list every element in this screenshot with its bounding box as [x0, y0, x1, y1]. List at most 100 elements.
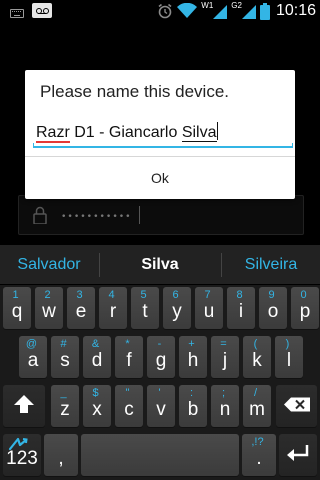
suggestion-bar: Salvador Silva Silveira — [0, 245, 320, 285]
text-caret — [216, 122, 218, 140]
key-label: e — [75, 301, 87, 322]
key-g[interactable]: -g — [147, 336, 175, 378]
key-secondary-label: ) — [285, 338, 290, 350]
key-s[interactable]: # s — [51, 336, 79, 378]
key-k[interactable]: (k — [243, 336, 271, 378]
key-secondary-label: ' — [158, 387, 161, 399]
shift-icon — [13, 394, 35, 418]
suggestion-2[interactable]: Silva — [100, 245, 220, 285]
key-a[interactable]: @ a — [19, 336, 47, 378]
key-secondary-label: $ — [92, 387, 99, 399]
key-label: v — [156, 399, 166, 420]
key-z[interactable]: _ z — [51, 385, 79, 427]
key-secondary-label: 0 — [300, 289, 307, 301]
key-x[interactable]: $ x — [83, 385, 111, 427]
key-label: . — [256, 448, 262, 469]
shift-key[interactable] — [3, 385, 45, 427]
key-j[interactable]: = j — [211, 336, 239, 378]
dialog-title: Please name this device. — [40, 82, 229, 101]
key-label: y — [172, 301, 182, 322]
key-secondary-label: + — [188, 338, 195, 350]
suggestion-3[interactable]: Silveira — [222, 245, 320, 285]
key-label: k — [252, 350, 262, 371]
key-secondary-label: / — [253, 387, 258, 399]
key-secondary-label: @ — [25, 338, 38, 350]
key-label: l — [286, 350, 292, 371]
key-label: f — [126, 350, 132, 371]
key-label: u — [203, 301, 215, 322]
key-label: c — [124, 399, 134, 420]
key-m[interactable]: / m — [243, 385, 271, 427]
key-label: , — [58, 448, 64, 469]
device-name-middle: D1 - Giancarlo — [69, 124, 182, 141]
status-bar: W1 G2 10:16 — [0, 0, 320, 25]
key-d[interactable]: & d — [83, 336, 111, 378]
key-label: p — [299, 301, 311, 322]
key-f[interactable]: * f — [115, 336, 143, 378]
key-r[interactable]: 4r — [99, 287, 127, 329]
key-o[interactable]: 9o — [259, 287, 287, 329]
comma-key[interactable]: , — [44, 434, 78, 476]
swype-icon — [8, 436, 28, 455]
key-b[interactable]: :b — [179, 385, 207, 427]
key-secondary-label: ,!? — [251, 436, 264, 448]
key-label: i — [238, 301, 244, 322]
key-secondary-label: & — [91, 338, 100, 350]
key-secondary-label: " — [125, 387, 130, 399]
enter-key[interactable] — [279, 434, 317, 476]
alarm-icon — [158, 3, 172, 19]
period-key[interactable]: ,!?. — [242, 434, 276, 476]
key-c[interactable]: " c — [115, 385, 143, 427]
key-t[interactable]: 5t — [131, 287, 159, 329]
key-w[interactable]: 2w — [35, 287, 63, 329]
key-secondary-label: 6 — [172, 289, 179, 301]
space-key[interactable] — [81, 434, 239, 476]
key-label: a — [27, 350, 39, 371]
key-label: h — [187, 350, 199, 371]
key-i[interactable]: 8i — [227, 287, 255, 329]
key-v[interactable]: ' v — [147, 385, 175, 427]
key-label: g — [155, 350, 167, 371]
key-label: w — [42, 301, 56, 322]
key-e[interactable]: 3e — [67, 287, 95, 329]
name-device-dialog: Please name this device. Razr D1 - Gianc… — [25, 70, 295, 199]
key-label: s — [60, 350, 70, 371]
key-secondary-label: # — [60, 338, 67, 350]
lock-icon — [33, 206, 47, 224]
key-q[interactable]: 1q — [3, 287, 31, 329]
key-secondary-label: 5 — [140, 289, 147, 301]
backspace-key[interactable] — [276, 385, 317, 427]
device-name-value[interactable]: Razr D1 - Giancarlo Silva — [36, 122, 218, 143]
key-label: n — [219, 399, 231, 420]
key-secondary-label: 8 — [236, 289, 243, 301]
key-label: q — [11, 301, 23, 322]
key-u[interactable]: 7u — [195, 287, 223, 329]
battery-icon — [259, 2, 270, 20]
device-name-input[interactable]: Razr D1 - Giancarlo Silva — [33, 118, 293, 148]
ok-button[interactable]: Ok — [25, 157, 295, 199]
wifi-icon — [177, 3, 198, 18]
key-secondary-label: = — [220, 338, 227, 350]
key-n[interactable]: ; n — [211, 385, 239, 427]
key-y[interactable]: 6y — [163, 287, 191, 329]
key-label: t — [142, 301, 148, 322]
keyboard-icon — [10, 9, 24, 18]
key-secondary-label: 4 — [108, 289, 115, 301]
key-secondary-label: 9 — [268, 289, 275, 301]
network-g-label: G2 — [231, 0, 242, 10]
key-p[interactable]: 0p — [291, 287, 319, 329]
spellcheck-word: Razr — [36, 124, 70, 143]
key-label: z — [60, 399, 70, 420]
key-h[interactable]: + h — [179, 336, 207, 378]
password-mask: ••••••••••• — [61, 212, 132, 222]
key-secondary-label: 7 — [204, 289, 211, 301]
password-field[interactable]: ••••••••••• — [18, 195, 304, 235]
key-l[interactable]: ) l — [275, 336, 303, 378]
key-secondary-label: ( — [253, 338, 258, 350]
key-label: b — [187, 399, 199, 420]
suggestion-1[interactable]: Salvador — [0, 245, 98, 285]
key-secondary-label: 1 — [12, 289, 19, 301]
keyboard: Salvador Silva Silveira 1q2w3e4r5t6y7u8i… — [0, 245, 320, 480]
key-secondary-label: 3 — [76, 289, 83, 301]
key-secondary-label: _ — [60, 387, 67, 399]
